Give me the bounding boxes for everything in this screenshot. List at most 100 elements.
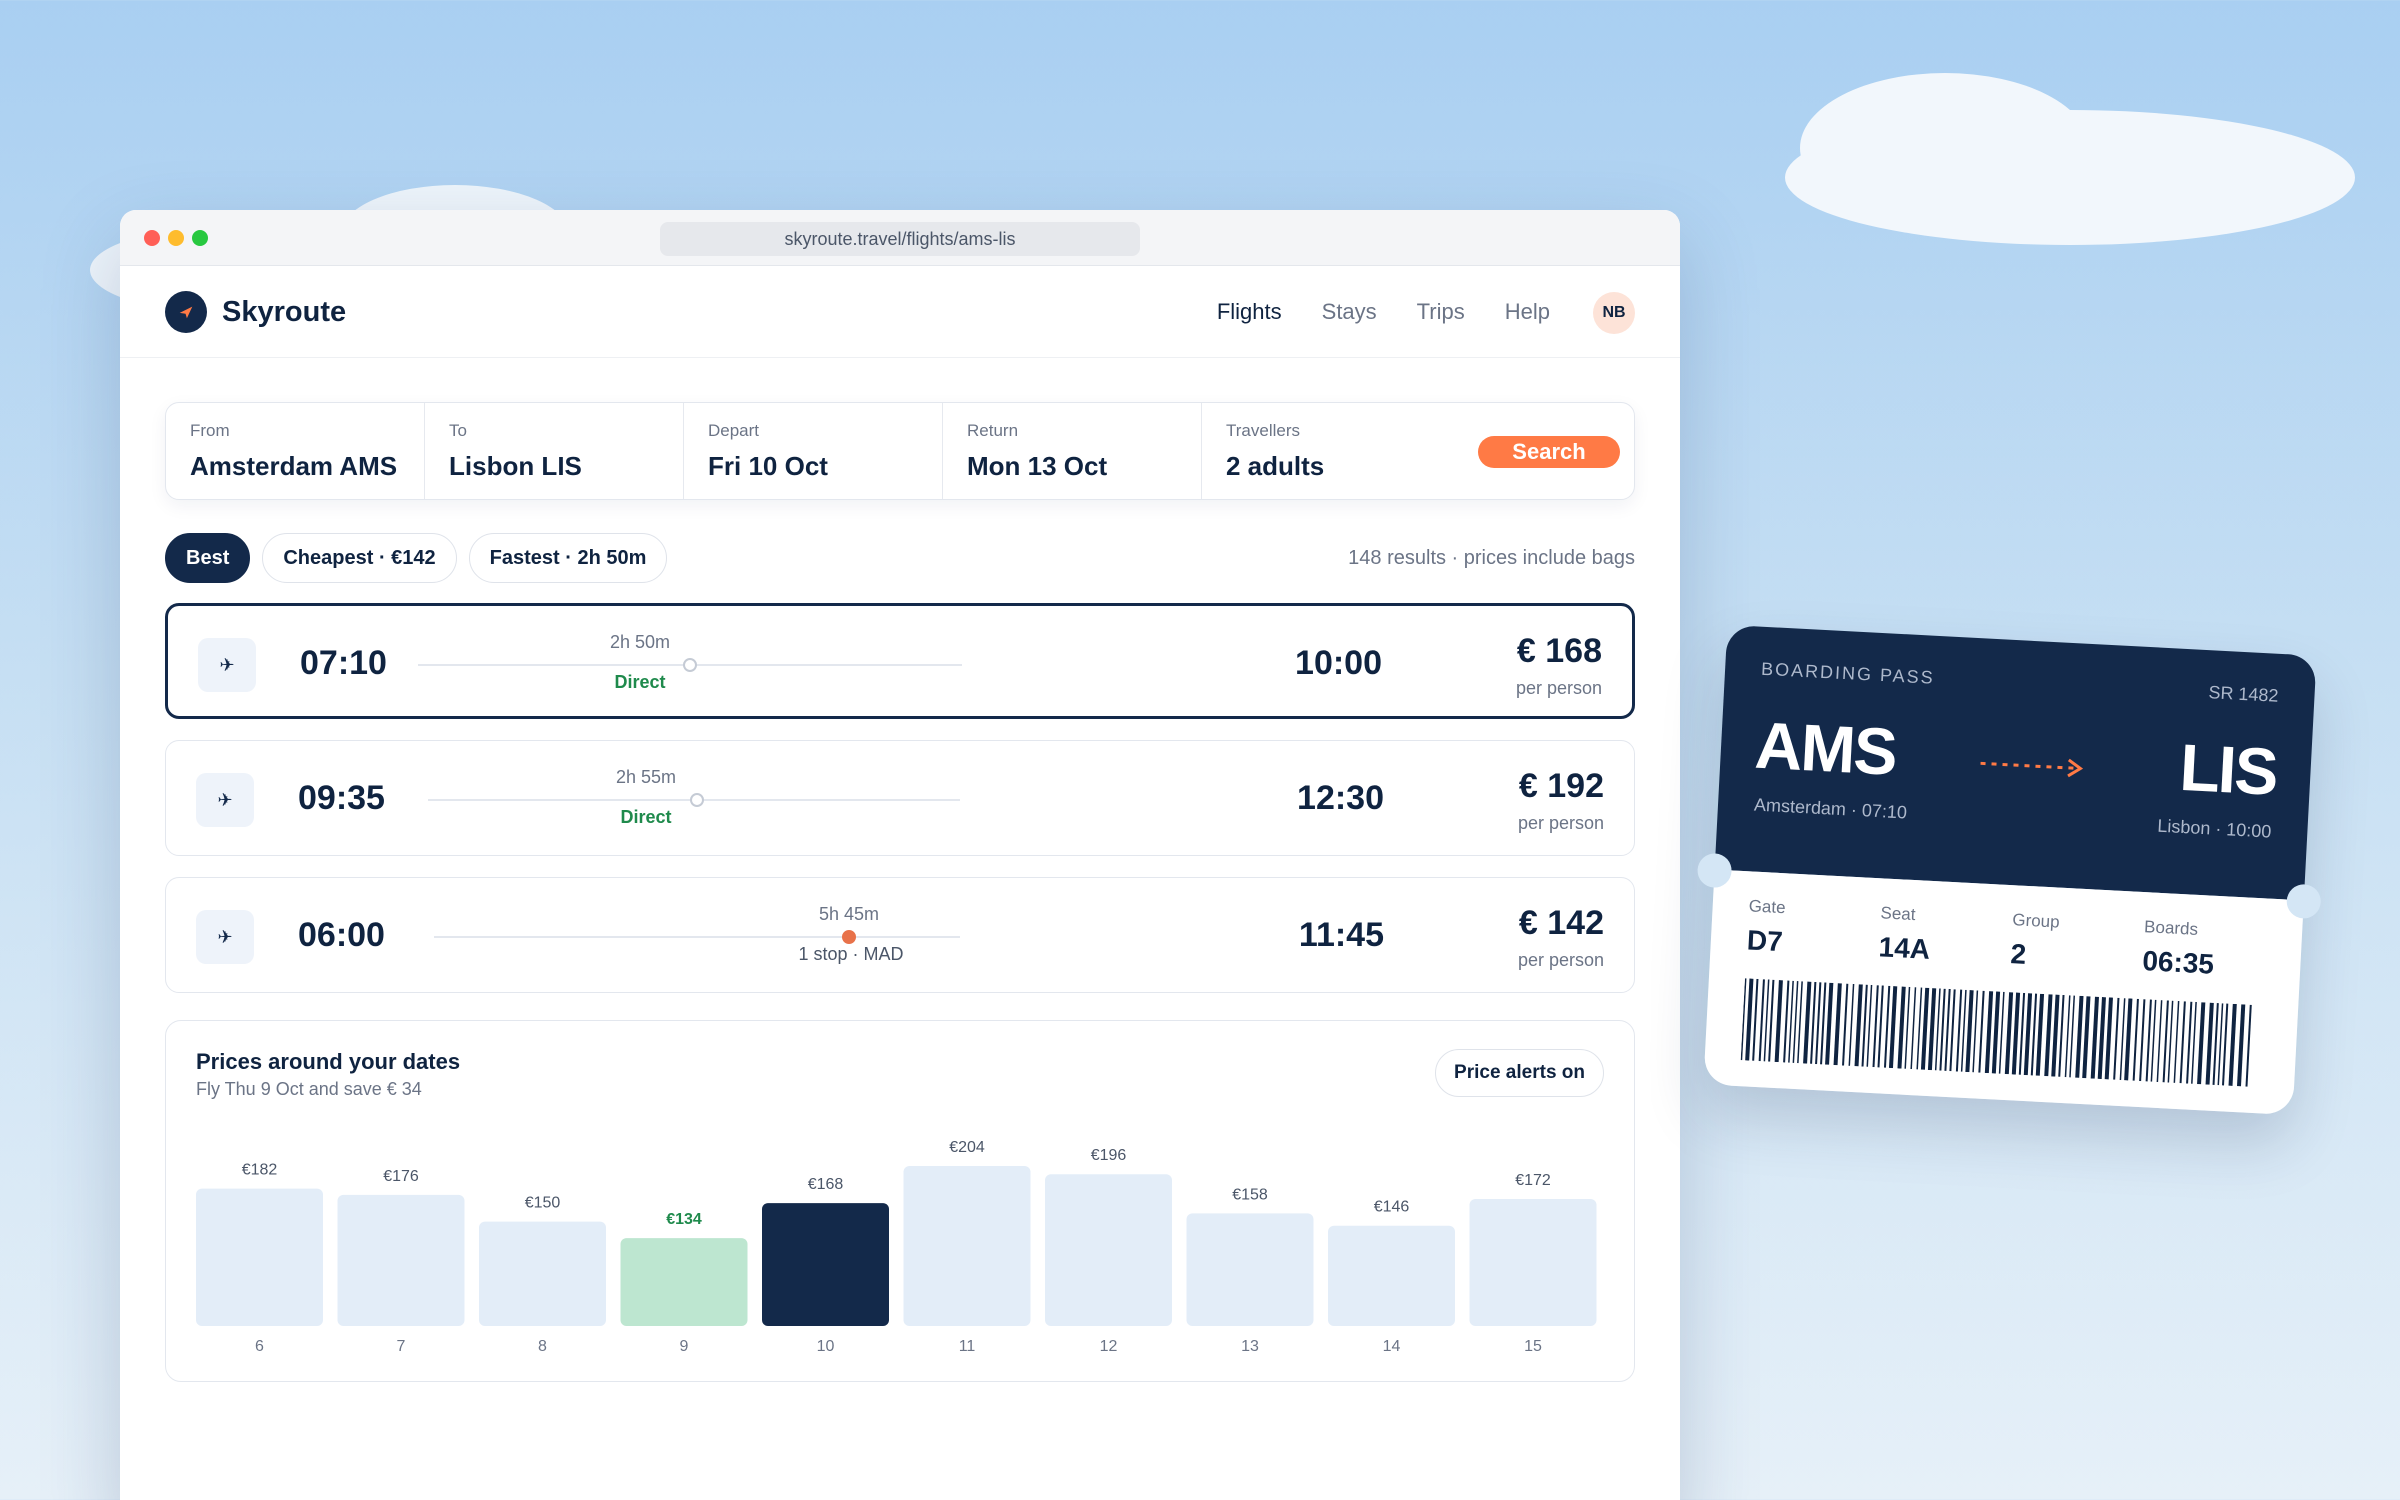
barcode-bar — [2058, 994, 2065, 1077]
nav-link-stays[interactable]: Stays — [1322, 299, 1377, 325]
barcode-bar — [2104, 997, 2113, 1080]
barcode-bar — [1752, 978, 1759, 1061]
field-value: 2 adults — [1226, 451, 1325, 481]
route-line — [418, 658, 962, 672]
nav-link-flights[interactable]: Flights — [1217, 299, 1282, 325]
barcode-bar — [1888, 986, 1898, 1069]
flight-result-card[interactable]: ✈ 06:00 5h 45m 1 stop · MAD 11:45 € 142 … — [165, 877, 1635, 993]
barcode-bar — [2044, 994, 2053, 1077]
price-bar-12[interactable] — [1045, 1174, 1172, 1326]
detail-label: Boards — [2143, 917, 2199, 939]
price-bar-15[interactable] — [1469, 1198, 1597, 1326]
price-bar-13[interactable] — [1186, 1213, 1314, 1326]
from-field[interactable]: From Amsterdam AMS — [166, 403, 425, 499]
destination-detail: Lisbon · 10:00 — [2156, 815, 2272, 842]
nav-links: Flights Stays Trips Help — [1217, 299, 1550, 325]
filter-cheapest[interactable]: Cheapest · €142 — [262, 533, 457, 583]
filter-best[interactable]: Best — [165, 533, 251, 583]
barcode-bar — [2205, 1002, 2214, 1085]
route-midpoint — [683, 658, 697, 672]
price-bar-14[interactable] — [1328, 1225, 1455, 1326]
barcode-bar — [2011, 992, 2021, 1075]
barcode-bar — [1904, 986, 1911, 1069]
price-bar-11[interactable] — [903, 1166, 1031, 1326]
detail-value: 06:35 — [2141, 945, 2215, 980]
barcode-bar — [1783, 980, 1790, 1063]
price-bar-7[interactable] — [337, 1194, 465, 1326]
airplane-icon: ✈ — [198, 638, 256, 692]
barcode-bar — [2197, 1002, 2206, 1085]
barcode-bar — [2082, 996, 2091, 1079]
ticket-notch — [2285, 883, 2322, 920]
price-card-title: Prices around your dates — [196, 1049, 461, 1074]
stops-label: 1 stop · MAD — [798, 944, 904, 964]
brand-name[interactable]: Skyroute — [222, 296, 346, 329]
nav-link-trips[interactable]: Trips — [1417, 299, 1465, 325]
barcode-bar — [1955, 989, 1963, 1072]
field-value: Mon 13 Oct — [967, 451, 1108, 481]
to-field[interactable]: To Lisbon LIS — [425, 403, 684, 499]
barcode-bar — [1866, 984, 1873, 1067]
arrive-time: 10:00 — [1295, 644, 1382, 682]
detail-value: 14A — [1877, 931, 1931, 965]
barcode-bar — [1949, 989, 1956, 1072]
minimize-window-button[interactable] — [168, 230, 184, 246]
boarding-pass-header: BOARDING PASS SR 1482 AMS LIS Amsterdam … — [1714, 624, 2317, 901]
barcode-bar — [2069, 995, 2076, 1078]
price-bar-8[interactable] — [479, 1221, 606, 1326]
origin-detail: Amsterdam · 07:10 — [1753, 794, 1908, 823]
barcode-bar — [1763, 979, 1770, 1062]
barcode-bar — [1897, 986, 1906, 1069]
depart-date-field[interactable]: Depart Fri 10 Oct — [684, 403, 943, 499]
user-avatar[interactable]: NB — [1593, 292, 1635, 334]
field-value: Lisbon LIS — [449, 451, 582, 481]
close-window-button[interactable] — [144, 230, 160, 246]
price-per-person: per person — [1515, 678, 1602, 698]
price-bar-6[interactable] — [196, 1188, 323, 1326]
detail-value: 2 — [2009, 938, 2027, 970]
price-bar-9[interactable] — [620, 1238, 748, 1326]
price-bar-10[interactable] — [762, 1203, 889, 1326]
barcode-bar — [2236, 1004, 2246, 1087]
top-nav: Skyroute Flights Stays Trips Help NB — [120, 266, 1680, 358]
field-label: Return — [967, 421, 1019, 440]
filter-fastest[interactable]: Fastest · 2h 50m — [468, 533, 668, 583]
field-value: Fri 10 Oct — [708, 451, 828, 481]
return-date-field[interactable]: Return Mon 13 Oct — [943, 403, 1202, 499]
barcode-bar — [1910, 987, 1917, 1070]
browser-chrome: skyroute.travel/flights/ams-lis — [120, 210, 1680, 266]
barcode-bar — [2030, 993, 2038, 1076]
barcode-bar — [1815, 982, 1822, 1065]
barcode-bar — [2051, 994, 2060, 1077]
price-per-person: per person — [1517, 950, 1604, 970]
travellers-field[interactable]: Travellers 2 adults — [1202, 403, 1502, 499]
origin-code: AMS — [1753, 707, 1898, 789]
depart-time: 09:35 — [298, 779, 385, 817]
logo-plane-icon[interactable] — [165, 291, 207, 333]
barcode-bar — [2097, 996, 2106, 1080]
flight-result-card[interactable]: ✈ 07:10 2h 50m Direct 10:00 € 168 per pe… — [165, 603, 1635, 719]
barcode-bar — [2145, 999, 2152, 1082]
barcode-bar — [2245, 1004, 2252, 1087]
barcode-bar — [1927, 988, 1937, 1071]
bar-date-label: 14 — [1383, 1338, 1401, 1355]
search-button[interactable]: Search — [1478, 436, 1620, 468]
bar-value-label: €204 — [949, 1139, 985, 1156]
maximize-window-button[interactable] — [192, 230, 208, 246]
barcode-bar — [2212, 1003, 2219, 1085]
barcode-bar — [2179, 1001, 2186, 1084]
bar-date-label: 12 — [1100, 1338, 1118, 1355]
bar-value-label: €134 — [666, 1211, 702, 1228]
flight-price: € 142 — [1518, 904, 1604, 942]
bar-value-label: €196 — [1091, 1147, 1127, 1164]
barcode-bar — [1972, 990, 1979, 1073]
boarding-pass-label: BOARDING PASS — [1760, 658, 1936, 688]
seat-detail: Seat 14A — [1878, 903, 1932, 966]
flight-result-card[interactable]: ✈ 09:35 2h 55m Direct 12:30 € 192 per pe… — [165, 740, 1635, 856]
bar-date-label: 11 — [959, 1338, 976, 1355]
browser-window: skyroute.travel/flights/ams-lis Skyroute… — [120, 210, 1680, 1500]
address-bar[interactable]: skyroute.travel/flights/ams-lis — [660, 222, 1140, 256]
barcode-bar — [2132, 998, 2139, 1081]
price-alerts-button[interactable]: Price alerts on — [1435, 1049, 1604, 1097]
nav-link-help[interactable]: Help — [1505, 299, 1550, 325]
